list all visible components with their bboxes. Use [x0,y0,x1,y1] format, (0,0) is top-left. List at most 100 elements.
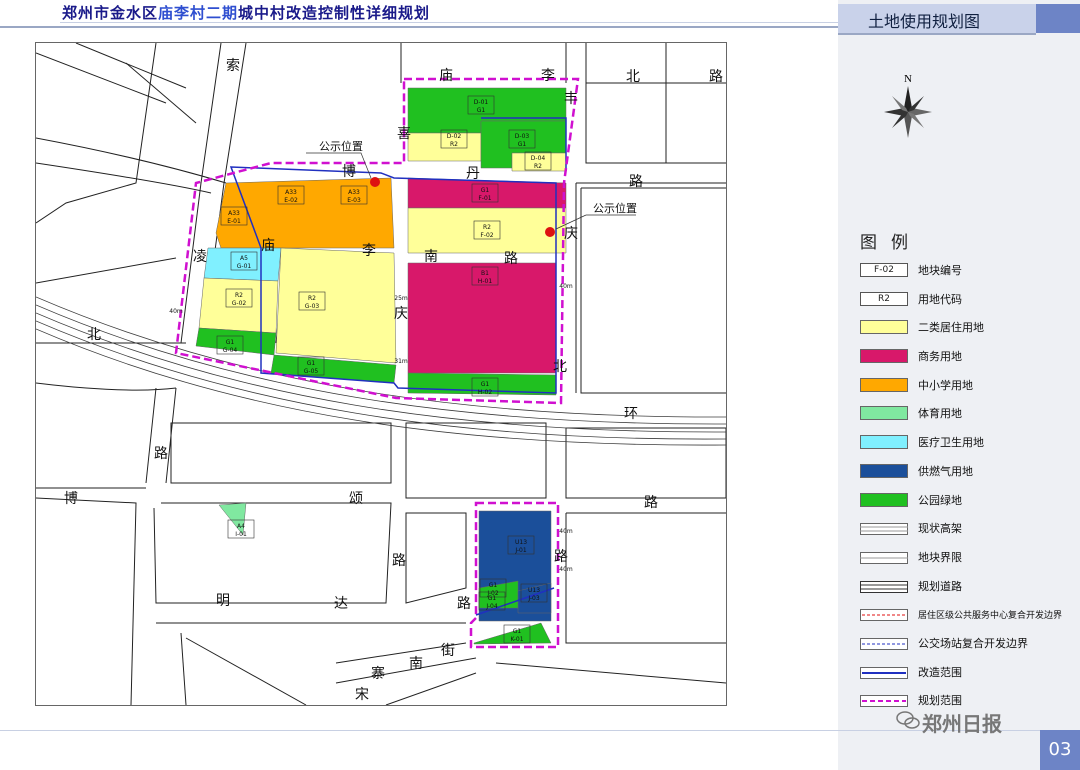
road-width-label: 40m [559,528,573,535]
parcel-code: G1 [307,360,316,367]
road-label: 环 [624,406,638,422]
notice-leader-1 [306,152,372,179]
title-underline [0,26,838,28]
parcel-code: D-03 [515,133,530,140]
parcel-use: J-03 [527,595,540,602]
road-label: 庆 [394,306,408,322]
parcel-code: A33 [228,210,240,217]
legend-label: 规划范围 [918,694,962,708]
title-highlight: 庙李村二期 [158,4,239,22]
parcel-code: A33 [285,189,297,196]
parcel-use: J-04 [485,603,498,610]
road-label: 丰 [564,91,578,107]
road-label: 博 [64,490,78,507]
legend-swatch-boundary [860,550,908,564]
parcel-code: A33 [348,189,360,196]
legend-label: 医疗卫生用地 [918,436,984,450]
legend-item: 居住区级公共服务中心复合开发边界 [860,602,1080,631]
road-label: 北 [553,359,567,375]
parcel-code: G1 [226,339,235,346]
legend-swatch-elevated [860,521,908,536]
legend-swatch-code: F-02 [860,263,908,277]
legend-swatch-fill [860,320,908,335]
legend-swatch-fill [860,492,908,507]
legend-item: 二类居住用地 [860,315,1080,344]
road-label: 明 [216,593,230,609]
north-label: N [904,73,912,85]
legend-label: 地块编号 [918,264,962,277]
legend-label: 供燃气用地 [918,464,973,478]
road-label: 路 [504,251,518,267]
legend-swatch-red-dash [860,607,908,622]
road-width-label: 40m [559,566,573,573]
legend-swatch-fill [860,406,908,421]
road-label: 李 [541,68,555,84]
legend-item: F-02 地块编号 [860,258,1080,287]
watermark-text: 郑州日报 [922,712,1002,736]
parcel-code: R2 [483,224,491,231]
parcel-use: G-02 [232,300,247,307]
title-bar: 郑州市金水区庙李村二期城中村改造控制性详细规划 [0,0,838,30]
parcel-code: G1 [489,582,498,589]
legend-label: 中小学用地 [918,378,973,392]
parcel-fills [195,87,567,645]
bottom-rule [0,730,1040,731]
road-label: 凌 [193,249,207,265]
parcel-use: G-03 [305,303,320,310]
road-label: 李 [362,243,376,259]
road-label: 路 [644,495,658,511]
notice-point-1 [370,177,380,187]
legend-swatch-magenta-dash [860,693,908,708]
legend-label: 地块界限 [918,550,962,564]
parcel-use: G-05 [304,368,319,375]
parcel-use: R2 [534,163,542,170]
notice-label: 公示位置 [593,201,637,215]
parcel-use: F-02 [480,232,493,239]
legend-label: 现状高架 [918,522,962,536]
road-label: 庆 [564,226,578,242]
parcel-code: D-02 [447,133,462,140]
legend-label: 二类居住用地 [918,321,984,335]
road-label: 路 [629,174,643,190]
legend-title: 图例 [860,233,922,253]
road-label: 丹 [466,166,480,182]
parcel-use: G-01 [237,263,252,270]
parcel-code: U13 [528,587,540,594]
legend-swatch-code: R2 [860,291,908,306]
parcel-code: G1 [481,381,490,388]
road-label: 达 [334,596,348,612]
map-title: 郑州市金水区庙李村二期城中村改造控制性详细规划 [62,2,430,23]
parcel-code: G1 [513,628,522,635]
parcel-code: D-04 [531,155,546,162]
legend-label: 公园绿地 [918,493,962,507]
page-number: 03 [1040,730,1080,770]
panel-title: 土地使用规划图 [868,12,981,31]
road-label: 南 [424,249,438,265]
legend-swatch-blue-solid [860,665,908,679]
parcel-use: K-01 [510,636,523,643]
road-label: 街 [441,643,455,659]
title-suffix: 城中村改造控制性详细规划 [238,4,431,22]
parcel-code: B1 [481,270,489,277]
legend-label: 用地代码 [918,292,962,306]
road-label: 路 [457,596,471,612]
legend-item: 医疗卫生用地 [860,430,1080,459]
map-canvas: 索庙 李丰北 路博丹路凌庙李南路庆北庆北环路博颂路路 路明达路街南寨宋喜公示位置公示位… [36,43,726,705]
parcel-use: E-01 [227,218,241,225]
road-label: 南 [409,656,423,672]
parcel-use: E-02 [284,197,298,204]
road-label: 路 [154,446,168,462]
road-label: 宋 [355,687,369,703]
land-use-map: 索庙李丰北路博丹路凌庙李南路庆北庆北环路博颂路路路明达路街南寨宋喜公示位置 公示位… [35,42,727,706]
parcel-use: J-01 [514,547,527,554]
legend-item: 规划道路 [860,574,1080,603]
road-label: 颂 [349,491,363,507]
road-width-label: 31m [394,358,408,365]
legend-item: R2 用地代码 [860,287,1080,316]
road-label: 路 [392,553,406,569]
legend-label: 公交场站复合开发边界 [918,636,1028,650]
legend-swatch-road [860,579,908,593]
parcel-code: R2 [235,292,243,299]
road-label: 寨 [371,665,385,682]
legend-swatch-fill [860,435,908,450]
